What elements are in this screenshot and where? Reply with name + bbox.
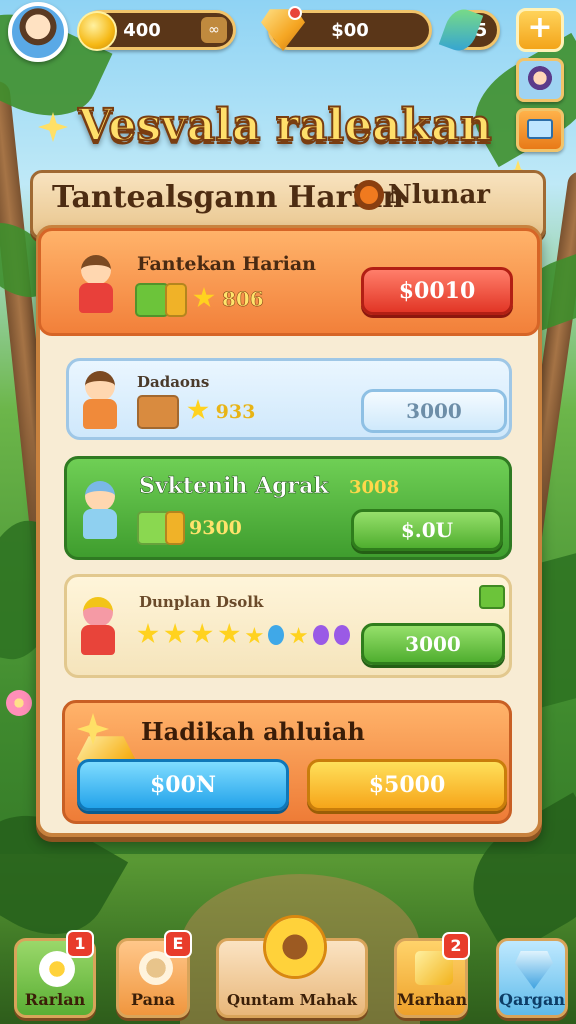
reward-right-button[interactable]: $5000 (307, 759, 507, 811)
nav-button-quntam-mahak[interactable]: Quntam Mahak (216, 915, 368, 1018)
star-rating (137, 623, 350, 649)
notification-badge: 1 (66, 930, 94, 958)
quest-label: Fantekan Harian (137, 253, 316, 275)
player-avatar[interactable] (8, 2, 68, 62)
reward-box: Hadikah ahluiah $00N $5000 (62, 700, 512, 824)
quest-row: Svktenih Agrak 3008 9300 $.0U (64, 456, 512, 560)
notification-badge: E (164, 930, 192, 958)
nav-label: Rarlan (24, 990, 86, 1009)
claim-button[interactable]: $0010 (361, 267, 513, 315)
quest-row: Fantekan Harian 806 $0010 (38, 228, 540, 336)
quest-reward: 806 (193, 287, 264, 311)
map-button[interactable] (516, 108, 564, 152)
star-icon (289, 627, 308, 644)
map-icon (527, 119, 553, 139)
nav-button-qargan[interactable]: Qargan (496, 938, 568, 1018)
flower-icon (6, 690, 32, 716)
girl-character-icon (77, 481, 121, 541)
quest-reward-value: 9300 (189, 517, 242, 539)
bread-basket-icon (137, 395, 179, 429)
quest-row: Dunplan Dsolk 3000 (64, 574, 512, 678)
quest-reward: 933 (187, 399, 255, 423)
quest-reward: 9300 (189, 517, 242, 539)
claim-button[interactable]: 3000 (361, 623, 505, 665)
energy-counter: 5 (438, 4, 500, 56)
purple-orb-icon (333, 625, 350, 645)
nav-label: Marhan (397, 990, 468, 1009)
quest-label: Dunplan Dsolk (139, 593, 264, 611)
star-icon (193, 287, 215, 308)
status-dot-icon (354, 180, 384, 210)
add-currency-button[interactable]: + (516, 8, 564, 52)
reward-label: Hadikah ahluiah (141, 717, 365, 746)
purple-orb-icon (312, 625, 329, 645)
nav-label: Qargan (499, 990, 565, 1009)
boy-character-icon (73, 255, 117, 315)
coin-icon (77, 11, 117, 51)
pig-character-icon (75, 597, 119, 657)
status-indicator: Nlunar (354, 180, 490, 210)
reward-left-button[interactable]: $00N (77, 759, 289, 811)
star-icon (137, 623, 159, 644)
gold-chest-icon (165, 283, 187, 317)
feather-icon (438, 4, 484, 56)
event-title: Vesvala raleakan (77, 99, 492, 152)
shield-gem-icon (515, 951, 553, 989)
gem-alert-dot (288, 6, 302, 20)
sparkle-icon (38, 112, 68, 142)
quest-bonus: 3008 (349, 477, 400, 498)
gold-chest-icon (165, 511, 185, 545)
nav-label: Pana (131, 990, 175, 1009)
leaf-shield-icon (263, 915, 327, 979)
boy-character-icon (77, 371, 121, 431)
friend-avatar-button[interactable] (516, 58, 564, 102)
green-chest-icon (135, 283, 169, 317)
blue-orb-icon (268, 625, 285, 645)
star-icon (218, 623, 240, 644)
star-icon (191, 623, 213, 644)
status-label: Nlunar (388, 180, 490, 210)
star-icon (164, 623, 186, 644)
star-icon (245, 627, 264, 644)
checkmark-icon (479, 585, 505, 609)
coin-link-button[interactable]: ∞ (201, 17, 227, 43)
quest-reward-value: 806 (221, 287, 264, 312)
claim-button-disabled[interactable]: 3000 (361, 389, 507, 433)
claim-button[interactable]: $.0U (351, 509, 503, 551)
panel-subtitle: Tantealsgann Harian (52, 180, 405, 215)
quest-reward-value: 933 (215, 401, 256, 423)
coin-counter: 400 ∞ (77, 10, 236, 51)
star-icon (187, 399, 209, 420)
nav-label: Quntam Mahak (227, 991, 357, 1009)
quest-label: Svktenih Agrak (139, 473, 329, 500)
notification-badge: 2 (442, 932, 470, 960)
quest-row: Dadaons 933 3000 (66, 358, 512, 440)
quest-label: Dadaons (137, 373, 210, 391)
